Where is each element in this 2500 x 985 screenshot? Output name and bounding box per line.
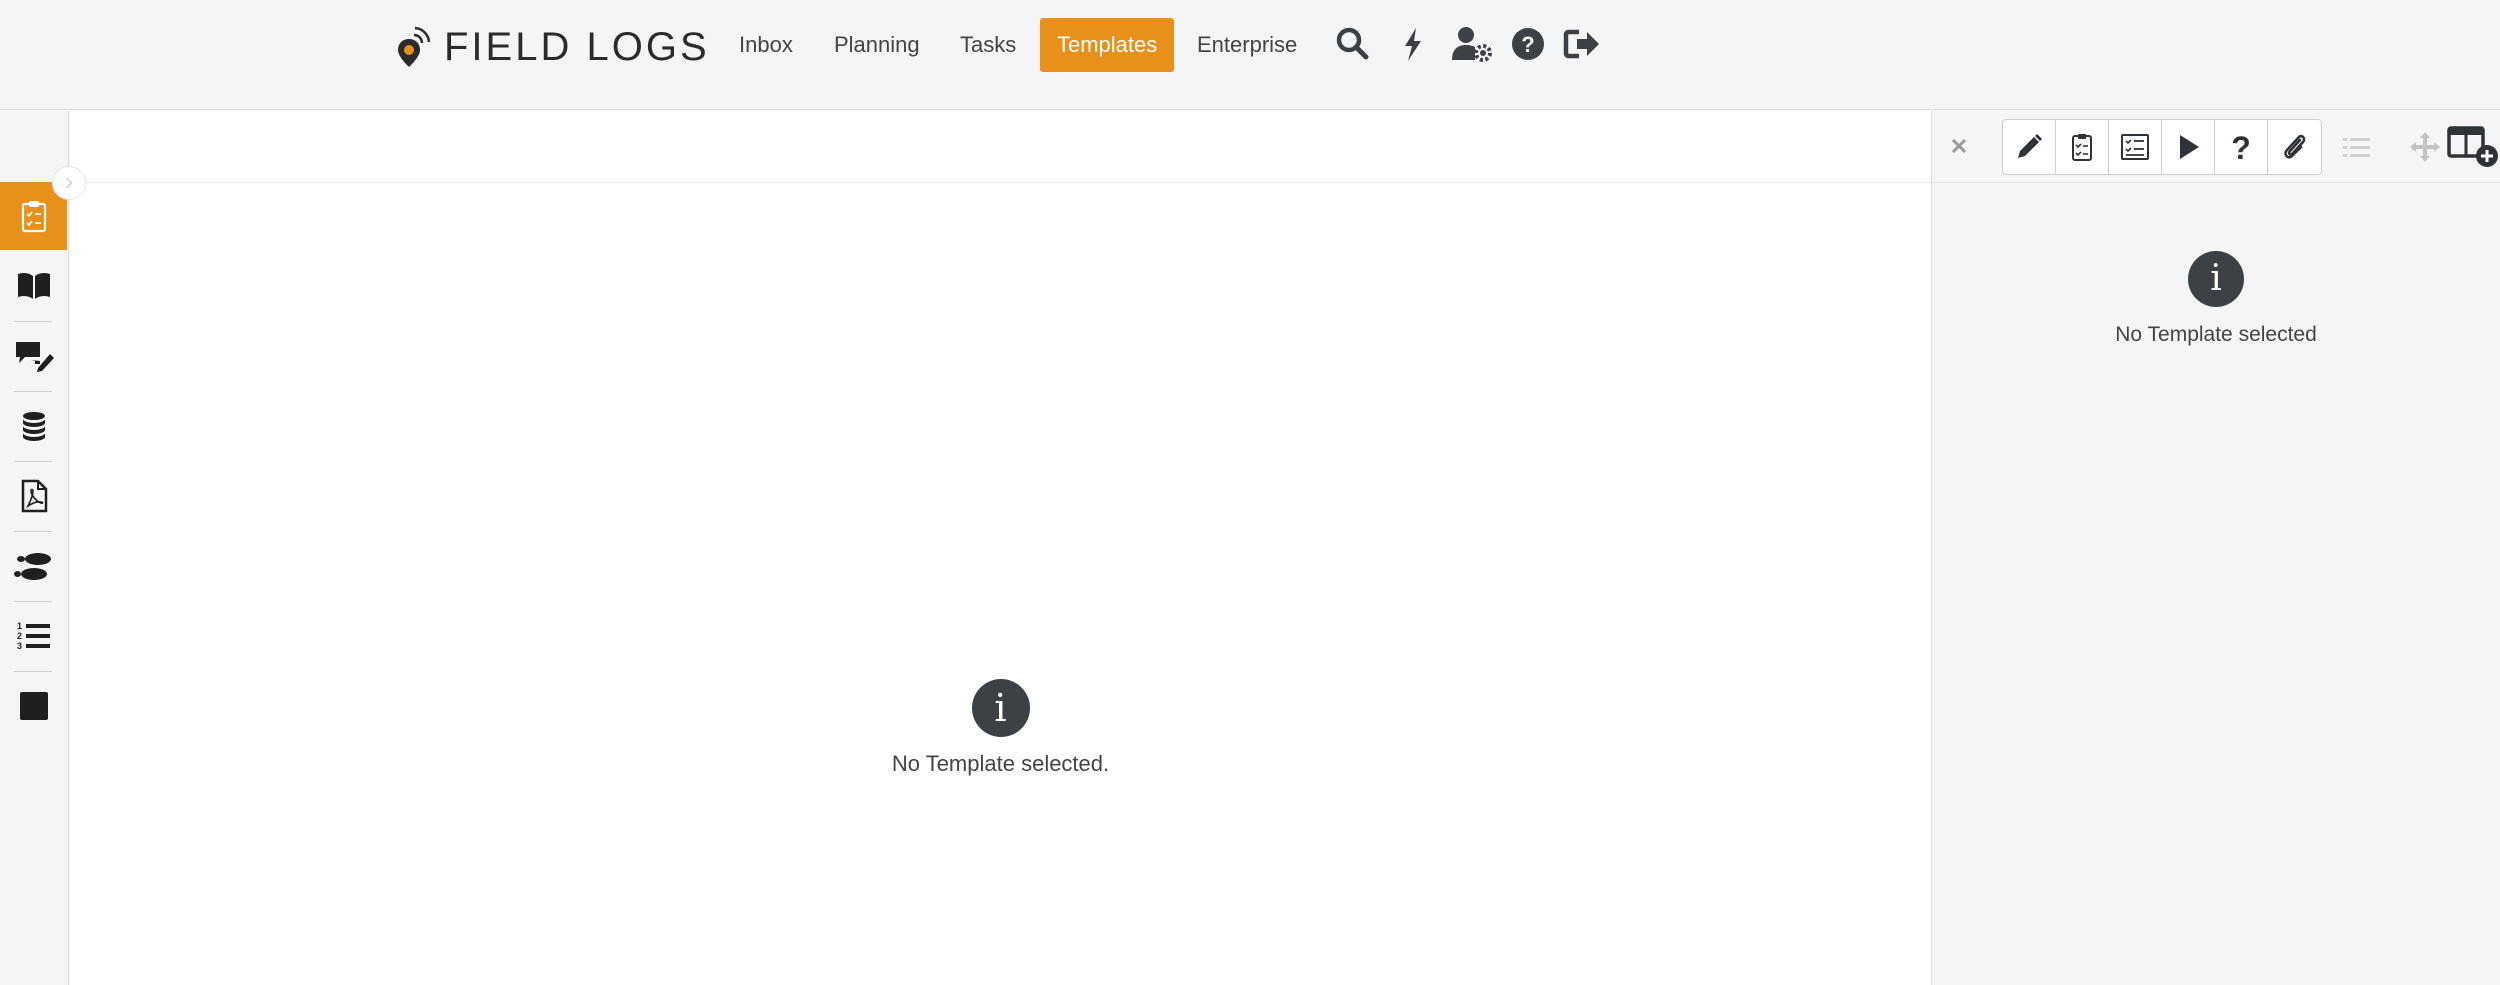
- nav-enterprise[interactable]: Enterprise: [1180, 18, 1314, 72]
- main-toolbar: [70, 111, 1931, 183]
- sidebar-item-blocks[interactable]: [0, 672, 67, 740]
- right-panel-empty-state: i No Template selected: [1932, 251, 2500, 347]
- pdf-file-icon: [21, 479, 47, 513]
- database-icon: [22, 412, 45, 441]
- right-panel: ? i No Template selected: [1931, 111, 2500, 985]
- run-button[interactable]: [2162, 120, 2215, 174]
- footprints-icon: [13, 553, 51, 580]
- app-logo[interactable]: FIELD LOGS: [396, 22, 710, 72]
- clipboard-icon: [2072, 134, 2092, 161]
- checklist-button[interactable]: [2056, 120, 2109, 174]
- logout-icon[interactable]: [1563, 24, 1603, 64]
- main-content: i No Template selected.: [70, 111, 1931, 985]
- list-icon: [2339, 129, 2375, 165]
- template-tools: ?: [2002, 119, 2322, 175]
- numbered-list-icon: 123: [17, 621, 50, 651]
- info-icon: i: [971, 679, 1030, 737]
- svg-text:?: ?: [2231, 131, 2251, 163]
- square-icon: [19, 692, 48, 720]
- right-panel-empty-message: No Template selected: [2115, 323, 2317, 346]
- info-icon: i: [2188, 251, 2244, 307]
- user-settings-icon[interactable]: [1450, 24, 1494, 64]
- logo-text: FIELD LOGS: [444, 24, 710, 69]
- nav-planning[interactable]: Planning: [817, 18, 937, 72]
- sidebar-item-comments[interactable]: [0, 322, 67, 390]
- edit-button[interactable]: [2003, 120, 2056, 174]
- svg-text:3: 3: [17, 641, 22, 651]
- bolt-icon[interactable]: [1393, 24, 1433, 64]
- sidebar-item-lists[interactable]: 123: [0, 602, 67, 670]
- move-icon[interactable]: [2407, 129, 2443, 165]
- close-panel-button[interactable]: [1942, 129, 1976, 163]
- question-icon: ?: [2231, 131, 2251, 163]
- book-icon: [17, 272, 50, 299]
- sidebar: 123: [0, 111, 69, 985]
- checklist-icon: [2121, 134, 2149, 160]
- chevron-right-icon: [65, 177, 73, 189]
- form-button[interactable]: [2109, 120, 2162, 174]
- comments-edit-icon: [15, 342, 54, 372]
- sidebar-item-steps[interactable]: [0, 532, 67, 600]
- logo-mark-icon: [398, 26, 430, 67]
- sidebar-collapse-toggle[interactable]: [52, 166, 86, 200]
- play-icon: [2180, 135, 2199, 159]
- right-panel-toolbar: ?: [1932, 111, 2500, 183]
- sidebar-item-data[interactable]: [0, 392, 67, 460]
- clipboard-check-icon: [21, 201, 46, 233]
- svg-text:2: 2: [17, 631, 22, 641]
- nav-templates[interactable]: Templates: [1040, 18, 1175, 72]
- help-icon[interactable]: ?: [1508, 24, 1548, 64]
- nav-inbox[interactable]: Inbox: [722, 18, 810, 72]
- main-empty-state: i No Template selected.: [70, 679, 1931, 777]
- nav-tasks[interactable]: Tasks: [943, 18, 1033, 72]
- close-icon: [1951, 138, 1967, 154]
- sidebar-item-library[interactable]: [0, 252, 67, 320]
- help-button[interactable]: ?: [2215, 120, 2268, 174]
- add-column-icon[interactable]: [2447, 124, 2499, 168]
- pencil-icon: [2018, 134, 2042, 158]
- sidebar-item-pdf[interactable]: [0, 462, 67, 530]
- svg-text:?: ?: [1521, 32, 1534, 57]
- attach-button[interactable]: [2268, 120, 2321, 174]
- top-navbar: FIELD LOGS Inbox Planning Tasks Template…: [0, 0, 2500, 110]
- paperclip-icon: [2283, 134, 2305, 159]
- svg-text:1: 1: [17, 621, 22, 631]
- search-icon[interactable]: [1333, 24, 1373, 64]
- main-empty-message: No Template selected.: [891, 751, 1110, 776]
